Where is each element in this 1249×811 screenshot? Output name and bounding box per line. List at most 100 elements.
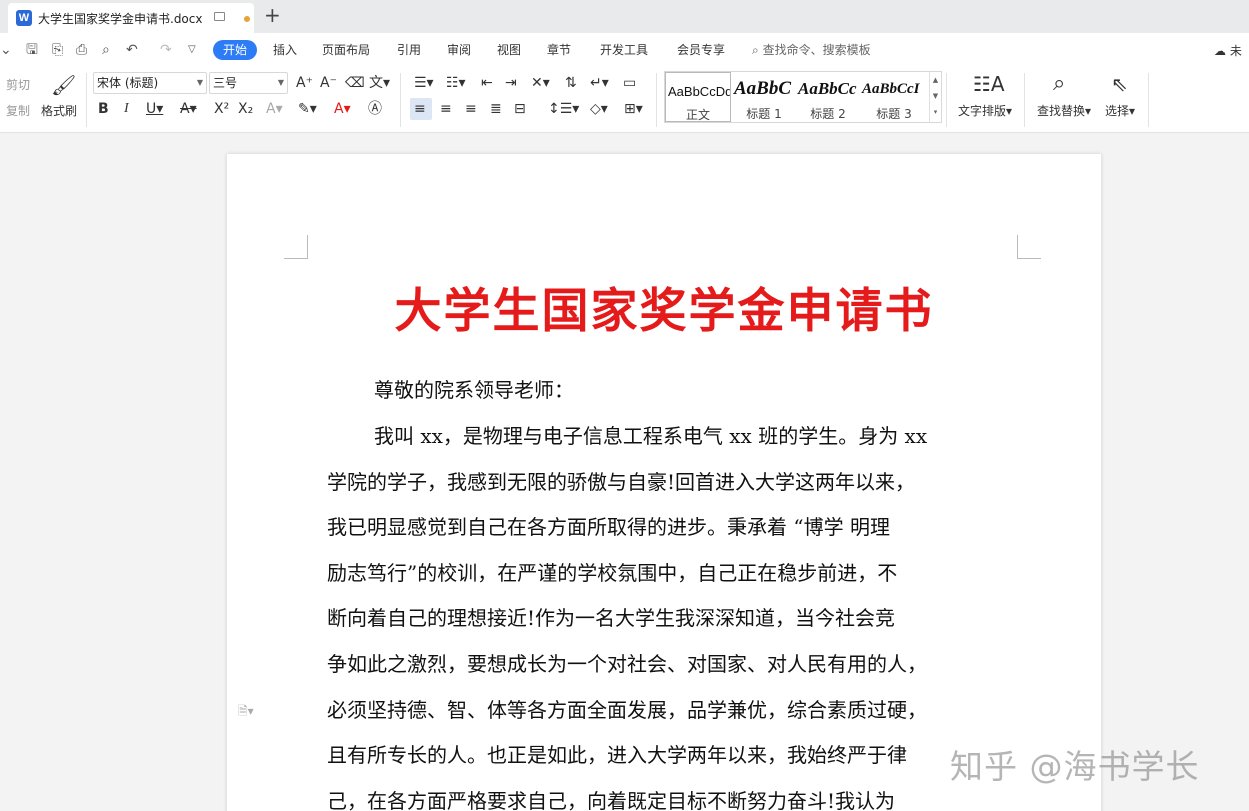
chinese-layout-icon[interactable]: ✕▾ — [531, 75, 550, 91]
shading-icon[interactable]: ◇▾ — [590, 101, 608, 117]
copy-button[interactable]: 复制 — [6, 104, 30, 118]
unsaved-dot-icon — [244, 16, 250, 22]
find-replace-button[interactable]: 查找替换▾ — [1037, 104, 1091, 118]
save-icon[interactable]: 🖫 — [26, 42, 38, 58]
command-search-placeholder: 查找命令、搜索模板 — [762, 43, 871, 57]
chevron-down-icon: ▼ — [196, 78, 203, 87]
font-name-select[interactable]: 宋体 (标题) ▼ — [93, 72, 207, 94]
body-line: 争如此之激烈，要想成长为一个对社会、对国家、对人民有用的人， — [327, 652, 927, 676]
style-label: 标题 2 — [810, 107, 846, 121]
subscript-icon[interactable]: X₂ — [238, 101, 253, 117]
superscript-icon[interactable]: X² — [214, 101, 229, 117]
redo-icon[interactable]: ↷ — [160, 42, 172, 58]
body-line: 励志笃行”的校训，在严谨的学校氛围中，自己正在稳步前进，不 — [327, 561, 898, 585]
menu-view[interactable]: 视图 — [497, 41, 521, 59]
pointer-icon[interactable]: ⇖ — [1111, 73, 1128, 95]
style-normal[interactable]: AaBbCcDd 正文 — [665, 72, 731, 122]
more-icon[interactable]: ▾ — [934, 108, 938, 116]
style-label: 标题 3 — [876, 107, 912, 121]
menu-member[interactable]: 会员专享 — [677, 41, 725, 59]
style-label: 正文 — [685, 108, 710, 122]
cut-button[interactable]: 剪切 — [6, 78, 30, 92]
font-color-icon[interactable]: A▾ — [334, 101, 351, 117]
menu-review[interactable]: 审阅 — [447, 41, 471, 59]
chevron-down-icon[interactable]: ▼ — [933, 92, 938, 100]
style-label: 标题 1 — [746, 107, 782, 121]
justify-icon[interactable]: ≣ — [490, 101, 502, 117]
body-line: 学院的学子，我感到无限的骄傲与自豪!回首进入大学这两年以来， — [327, 470, 916, 494]
document-tab[interactable]: W 大学生国家奖学金申请书.docx — [8, 3, 254, 33]
menu-references[interactable]: 引用 — [397, 41, 421, 59]
show-marks-icon[interactable]: ↵▾ — [590, 75, 609, 91]
style-heading-3[interactable]: AaBbCcI 标题 3 — [860, 72, 928, 122]
undo-icon[interactable]: ↶ — [126, 42, 138, 58]
customize-toolbar-icon[interactable]: ▽ — [188, 42, 196, 58]
select-button[interactable]: 选择▾ — [1105, 104, 1135, 118]
watermark: 知乎 @海书学长 — [950, 747, 1200, 786]
bold-icon[interactable]: B — [98, 101, 109, 117]
text-layout-icon[interactable]: ☷A — [973, 73, 1005, 95]
styles-gallery: AaBbCcDd 正文 AaBbC 标题 1 AaBbCc 标题 2 AaBbC… — [664, 71, 942, 123]
find-replace-label: 查找替换 — [1037, 104, 1086, 118]
align-right-icon[interactable]: ≡ — [465, 101, 477, 117]
monitor-icon[interactable] — [214, 12, 225, 21]
body-line: 我已明显感觉到自己在各方面所取得的进步。秉承着 “博学 明理 — [327, 515, 890, 539]
body-line: 且有所专长的人。也正是如此，进入大学两年以来，我始终严于律 — [327, 743, 907, 767]
clear-format-icon[interactable]: ⌫ — [345, 75, 365, 91]
align-left-icon[interactable]: ≡ — [414, 101, 426, 117]
italic-icon[interactable]: I — [124, 101, 129, 117]
print-icon[interactable]: ⎙ — [76, 42, 87, 58]
margin-corner-top-left — [284, 235, 308, 259]
bullet-list-icon[interactable]: ☰▾ — [414, 75, 434, 91]
menu-insert[interactable]: 插入 — [273, 41, 297, 59]
menu-section[interactable]: 章节 — [547, 41, 571, 59]
ribbon-toolbar: 剪切 复制 🖌 格式刷 宋体 (标题) ▼ 三号 ▼ A⁺ A⁻ ⌫ 文▾ B I … — [0, 67, 1249, 133]
underline-icon[interactable]: U▾ — [146, 101, 163, 117]
tab-bar: W 大学生国家奖学金申请书.docx + — [0, 0, 1249, 33]
distributed-align-icon[interactable]: ⊟ — [514, 101, 526, 117]
menu-page-layout[interactable]: 页面布局 — [322, 41, 370, 59]
font-size-select[interactable]: 三号 ▼ — [209, 72, 288, 94]
grow-font-icon[interactable]: A⁺ — [296, 75, 313, 91]
new-tab-button[interactable]: + — [264, 4, 281, 26]
style-heading-1[interactable]: AaBbC 标题 1 — [732, 72, 796, 122]
body-line: 我叫 xx，是物理与电子信息工程系电气 xx 班的学生。身为 xx — [374, 424, 928, 448]
menu-developer[interactable]: 开发工具 — [600, 41, 648, 59]
document-title: 大学生国家奖学金申请书 — [394, 284, 934, 339]
increase-indent-icon[interactable]: ⇥ — [505, 75, 517, 91]
shrink-font-icon[interactable]: A⁻ — [320, 75, 337, 91]
command-search[interactable]: ⌕ 查找命令、搜索模板 — [752, 41, 871, 59]
phonetic-guide-icon[interactable]: 文▾ — [369, 75, 390, 91]
text-layout-button[interactable]: 文字排版▾ — [958, 104, 1012, 118]
decrease-indent-icon[interactable]: ⇤ — [481, 75, 493, 91]
format-painter-icon[interactable]: 🖌 — [51, 74, 76, 96]
style-preview: AaBbCcDd — [668, 84, 731, 99]
chevron-down-icon: ▼ — [277, 78, 284, 87]
body-line: 己，在各方面严格要求自己，向着既定目标不断努力奋斗!我认为 — [327, 789, 896, 811]
menu-home[interactable]: 开始 — [213, 40, 258, 60]
print-preview-icon[interactable]: ⌕ — [102, 42, 110, 58]
magnifier-icon[interactable]: ⌕ — [1053, 72, 1065, 96]
menu-chevron-icon[interactable]: ⌄ — [0, 42, 12, 58]
text-effect-icon[interactable]: A▾ — [266, 101, 283, 117]
document-outline-icon[interactable]: 🗎▾ — [238, 702, 254, 723]
numbered-list-icon[interactable]: ☷▾ — [446, 75, 466, 91]
line-spacing-icon[interactable]: ↕☰▾ — [548, 101, 579, 117]
wps-writer-icon: W — [16, 10, 32, 26]
style-preview: AaBbCc — [798, 79, 857, 98]
align-center-icon[interactable]: ≡ — [440, 101, 452, 117]
chevron-up-icon[interactable]: ▲ — [933, 76, 938, 84]
strikethrough-icon[interactable]: A▾ — [180, 101, 197, 117]
highlight-icon[interactable]: ✎▾ — [298, 101, 317, 117]
character-border-icon[interactable]: Ⓐ — [368, 101, 382, 117]
tab-ruler-icon[interactable]: ▭ — [623, 75, 636, 91]
cloud-sync-status[interactable]: ☁ 未 — [1214, 42, 1242, 59]
style-heading-2[interactable]: AaBbCc 标题 2 — [796, 72, 860, 122]
document-page[interactable]: 大学生国家奖学金申请书 尊敬的院系领导老师： 我叫 xx，是物理与电子信息工程系… — [227, 154, 1101, 811]
sort-icon[interactable]: ⇅ — [565, 75, 577, 91]
export-pdf-icon[interactable]: ⎘ — [52, 42, 63, 58]
format-painter-button[interactable]: 格式刷 — [41, 104, 77, 118]
styles-scroll[interactable]: ▲ ▼ ▾ — [929, 72, 941, 122]
borders-icon[interactable]: ⊞▾ — [624, 101, 643, 117]
ribbon-separator — [1148, 73, 1149, 127]
